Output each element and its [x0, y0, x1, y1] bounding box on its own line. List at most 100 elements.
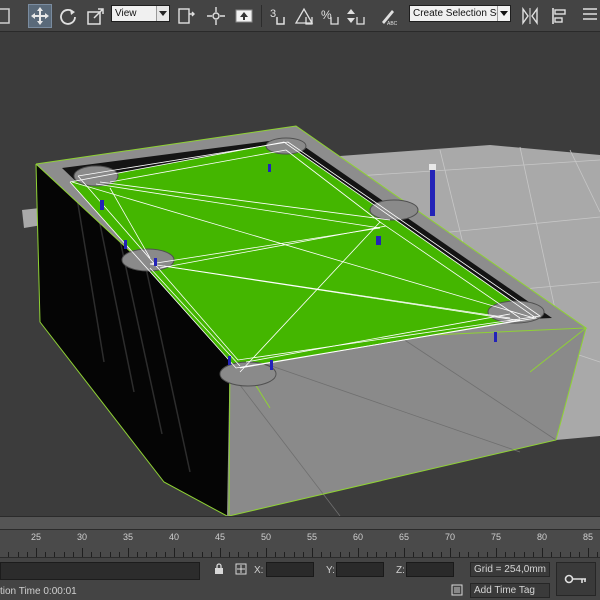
x-coord-label: X:	[254, 565, 264, 576]
z-coord-field[interactable]	[406, 562, 454, 577]
align-icon[interactable]	[548, 4, 572, 28]
selection-set-select[interactable]: Create Selection Se	[409, 5, 511, 22]
timeline-tick	[551, 552, 553, 557]
timeline-tick	[247, 552, 249, 557]
maxscript-listener[interactable]	[0, 562, 200, 580]
key-icon	[564, 574, 586, 584]
timeline-tick	[183, 552, 185, 557]
timeline-tick	[155, 552, 157, 557]
timeline-tick	[146, 552, 148, 557]
layer-icon[interactable]	[578, 4, 600, 28]
x-coord-field[interactable]	[266, 562, 314, 577]
timeline-tick	[413, 552, 415, 557]
timeline-tick	[192, 552, 194, 557]
timeline-tick	[256, 552, 258, 557]
tick-label: 50	[260, 532, 272, 542]
spinner-snap-icon[interactable]	[344, 4, 368, 28]
timeline-tick	[210, 552, 212, 557]
timeline-tick	[229, 552, 231, 557]
transform-gizmo-tip[interactable]	[429, 164, 436, 170]
timeline-tick	[459, 552, 461, 557]
add-time-tag-button[interactable]: Add Time Tag	[470, 583, 550, 598]
tick-label: 75	[490, 532, 502, 542]
timeline-tick	[91, 552, 93, 557]
scene-render	[22, 125, 600, 516]
tick-label: 80	[536, 532, 548, 542]
toolbar-separator	[261, 5, 262, 27]
tick-label: 30	[76, 532, 88, 542]
time-tag-icon[interactable]	[450, 583, 464, 597]
timeline-tick	[45, 552, 47, 557]
timeline-tick	[588, 548, 589, 557]
reference-coordinate-select[interactable]: View	[111, 5, 170, 22]
y-coord-label: Y:	[326, 565, 335, 576]
tick-label: 85	[582, 532, 594, 542]
timeline-tick	[578, 552, 580, 557]
scale-icon[interactable]	[84, 4, 108, 28]
timeline-tick	[137, 552, 139, 557]
named-selection-icon[interactable]: ABC	[376, 4, 400, 28]
timeline-tick	[486, 552, 488, 557]
tick-label: 70	[444, 532, 456, 542]
timeline-tick	[293, 552, 295, 557]
tick-label: 60	[352, 532, 364, 542]
main-toolbar: View 3 % ABC Create Selection Se	[0, 0, 600, 32]
timeline-tick	[82, 548, 83, 557]
timeline-tick	[238, 552, 240, 557]
timeline-tick	[477, 552, 479, 557]
tick-label: 35	[122, 532, 134, 542]
angle-snap-icon[interactable]	[292, 4, 316, 28]
timeline-tick	[164, 552, 166, 557]
mirror-icon[interactable]	[518, 4, 542, 28]
timeline-tick	[220, 548, 221, 557]
perspective-viewport[interactable]	[0, 32, 600, 516]
timeline-tick	[284, 552, 286, 557]
snaps-toggle-icon[interactable]: 3	[266, 4, 290, 28]
timeline-tick	[109, 552, 111, 557]
tick-label: 40	[168, 532, 180, 542]
transform-gizmo-axis[interactable]	[430, 168, 435, 216]
timeline-tick	[394, 552, 396, 557]
keyboard-shortcut-icon[interactable]	[232, 4, 256, 28]
timeline-tick	[376, 552, 378, 557]
timeline-tick	[514, 552, 516, 557]
timeline-tick	[17, 552, 19, 557]
manipulate-icon[interactable]	[204, 4, 228, 28]
time-slider-track[interactable]	[0, 516, 600, 530]
timeline-tick	[63, 552, 65, 557]
timeline-ruler[interactable]: 25 30 35 40 45 50 55 60 65 70 75 80 85	[0, 530, 600, 558]
z-coord-label: Z:	[396, 565, 405, 576]
rotate-icon[interactable]	[56, 4, 80, 28]
timeline-tick	[496, 548, 497, 557]
timeline-tick	[385, 552, 387, 557]
timeline-tick	[72, 552, 74, 557]
timeline-tick	[431, 552, 433, 557]
timeline-tick	[266, 548, 267, 557]
tick-label: 25	[30, 532, 42, 542]
timeline-tick	[532, 552, 534, 557]
timeline-tick	[8, 552, 10, 557]
chevron-down-icon	[156, 6, 169, 21]
timeline-tick	[36, 548, 37, 557]
timeline-tick	[422, 552, 424, 557]
move-icon[interactable]	[28, 4, 52, 28]
timeline-tick	[100, 552, 102, 557]
lock-selection-icon[interactable]	[212, 562, 226, 576]
set-key-button[interactable]	[556, 562, 596, 596]
absolute-mode-icon[interactable]	[234, 562, 248, 576]
pivot-icon[interactable]	[174, 4, 198, 28]
timeline-tick	[174, 548, 175, 557]
timeline-tick	[560, 552, 562, 557]
timeline-tick	[450, 548, 451, 557]
timeline-tick	[542, 548, 543, 557]
y-coord-field[interactable]	[336, 562, 384, 577]
timeline-tick	[275, 552, 277, 557]
tick-label: 55	[306, 532, 318, 542]
select-box-icon[interactable]	[0, 4, 14, 28]
timeline-tick	[201, 552, 203, 557]
timeline-tick	[302, 552, 304, 557]
reference-coordinate-value: View	[115, 8, 137, 19]
timeline-tick	[54, 552, 56, 557]
timeline-tick	[440, 552, 442, 557]
percent-snap-icon[interactable]: %	[318, 4, 342, 28]
